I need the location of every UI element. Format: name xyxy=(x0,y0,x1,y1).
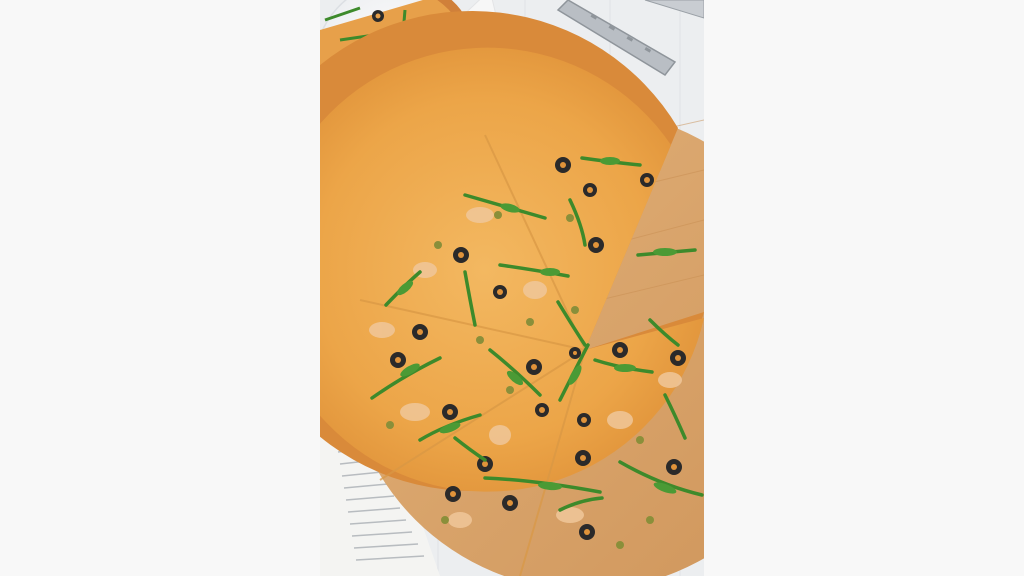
pizza-photo xyxy=(320,0,704,576)
photo-frame xyxy=(320,0,704,576)
